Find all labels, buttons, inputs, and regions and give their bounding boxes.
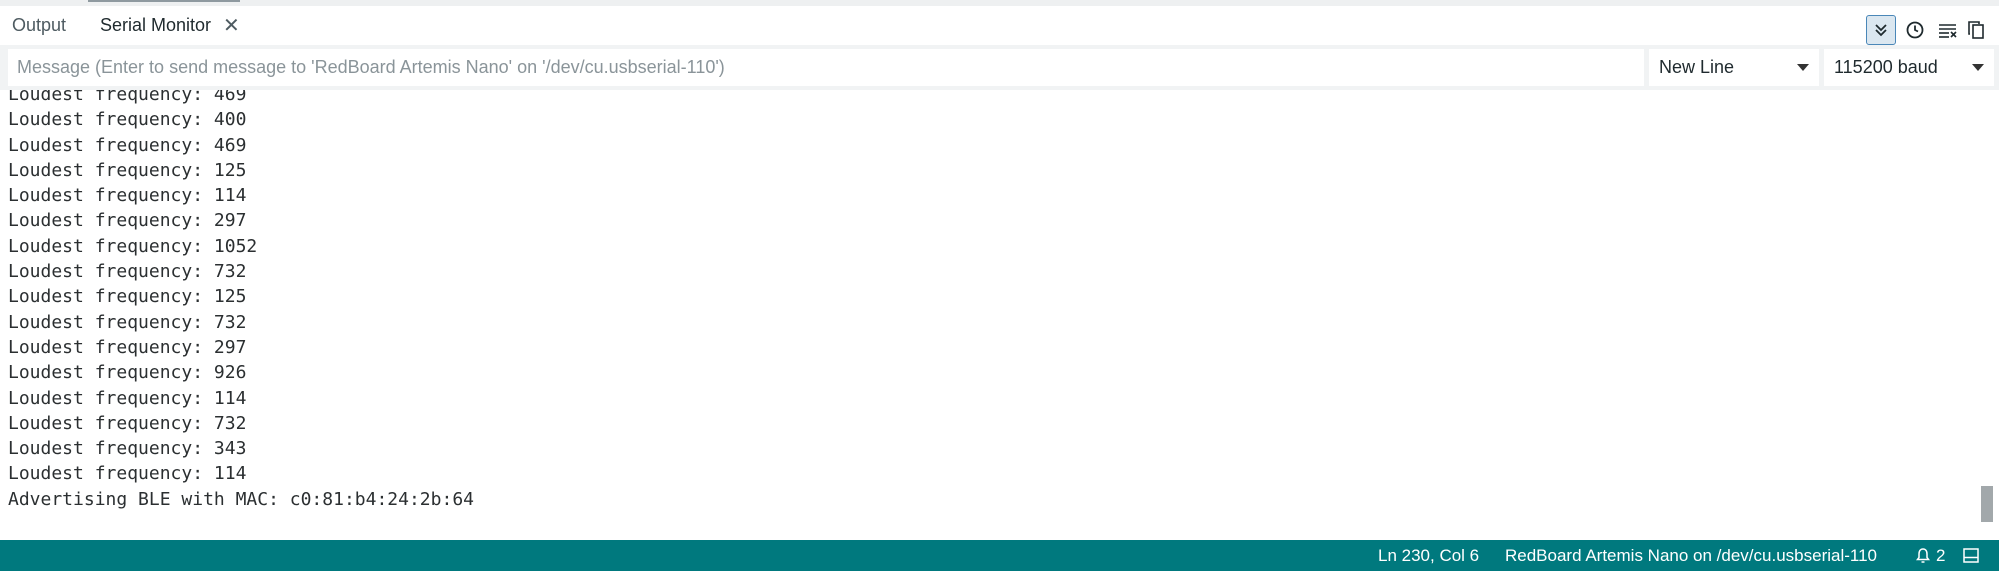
copy-icon [1968,21,1984,39]
output-line: Loudest frequency: 343 [8,438,247,460]
cursor-position[interactable]: Ln 230, Col 6 [1378,540,1479,571]
tab-output-label: Output [12,15,67,35]
output-line: Loudest frequency: 926 [8,362,247,384]
output-line: Loudest frequency: 732 [8,412,247,434]
vertical-scrollbar-thumb[interactable] [1981,486,1993,522]
notifications-button[interactable]: 2 [1915,540,1945,571]
copy-output-button[interactable] [1961,15,1991,45]
output-line: Advertising BLE with MAC: c0:81:b4:24:2b… [8,488,474,510]
close-icon[interactable]: ✕ [223,16,240,36]
output-line: Loudest frequency: 732 [8,311,247,333]
line-ending-select[interactable]: New Line [1649,49,1819,86]
line-ending-value: New Line [1659,57,1735,77]
output-line: Loudest frequency: 125 [8,286,247,308]
baud-rate-select[interactable]: 115200 baud [1824,49,1994,86]
tab-output[interactable]: Output [12,6,66,45]
toggle-panel-button[interactable] [1963,548,1979,563]
clear-output-button[interactable] [1933,15,1963,45]
panel-tab-bar: Output Serial Monitor ✕ [0,6,1999,45]
tab-serial-monitor-label: Serial Monitor [100,15,212,35]
bell-icon [1916,548,1930,563]
toggle-timestamp-button[interactable] [1900,15,1930,45]
output-line: Loudest frequency: 114 [8,185,247,207]
board-port-status[interactable]: RedBoard Artemis Nano on /dev/cu.usbseri… [1505,540,1877,571]
clear-output-icon [1939,24,1957,38]
message-row: New Line 115200 baud [0,45,1999,90]
output-line: Loudest frequency: 114 [8,463,247,485]
serial-output[interactable]: Loudest frequency: 469 Loudest frequency… [0,90,1999,540]
toggle-autoscroll-button[interactable] [1866,15,1896,45]
output-line: Loudest frequency: 297 [8,336,247,358]
output-line: Loudest frequency: 732 [8,261,247,283]
chevron-down-icon [1797,64,1809,71]
output-line: Loudest frequency: 469 [8,134,247,156]
autoscroll-icon [1875,24,1887,37]
output-line: Loudest frequency: 114 [8,387,247,409]
tab-serial-monitor[interactable]: Serial Monitor ✕ [100,6,240,45]
output-line: Loudest frequency: 1052 [8,235,258,257]
output-line: Loudest frequency: 297 [8,210,247,232]
baud-rate-value: 115200 baud [1834,57,1938,77]
panel-layout-icon [1963,548,1979,563]
output-line: Loudest frequency: 469 [8,90,247,105]
active-editor-indicator [88,0,240,2]
output-lines: Loudest frequency: 469 Loudest frequency… [8,90,474,512]
output-line: Loudest frequency: 125 [8,159,247,181]
chevron-down-icon [1972,64,1984,71]
notifications-count: 2 [1936,545,1946,565]
timestamp-icon [1906,21,1924,39]
output-line: Loudest frequency: 400 [8,109,247,131]
message-input[interactable] [8,49,1644,86]
status-bar: Ln 230, Col 6 RedBoard Artemis Nano on /… [0,540,1999,571]
